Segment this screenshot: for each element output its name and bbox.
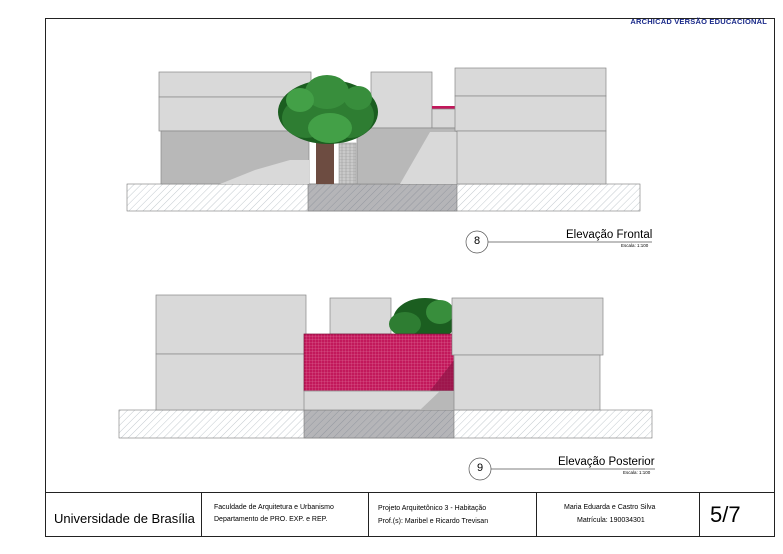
rear-ground-center: [303, 409, 455, 439]
project-name: Projeto Arquitetônico 3 - Habitação: [378, 505, 487, 512]
drawing-number-8: 8: [473, 235, 481, 247]
university-name: Universidade de Brasília: [54, 511, 195, 526]
drawing-scale-8: Escala: 1:100: [621, 243, 649, 248]
front-mid-link: [431, 108, 457, 129]
front-mid-tower: [370, 71, 433, 129]
department-name: Departamento de PRO. EXP. e REP.: [214, 516, 328, 523]
student-id: Matrícula: 190034301: [577, 517, 645, 524]
front-elevation: [126, 67, 641, 212]
student-name: Maria Eduarda e Castro Silva: [564, 504, 656, 511]
front-right-block-mid: [454, 95, 607, 132]
title-block: Universidade de Brasília Faculdade de Ar…: [45, 492, 775, 537]
rear-right-block-upper: [451, 297, 604, 356]
rear-mid-tower: [329, 297, 392, 335]
rear-red-roof: [303, 333, 455, 392]
front-right-block-upper: [454, 67, 607, 97]
front-ground-center: [307, 183, 458, 212]
rear-right-block-lower: [453, 354, 601, 411]
title-block-student: Maria Eduarda e Castro Silva Matrícula: …: [537, 493, 700, 537]
title-block-faculty: Faculdade de Arquitetura e Urbanismo Dep…: [202, 493, 369, 537]
rear-elevation: [118, 294, 653, 439]
rear-left-block-upper: [155, 294, 307, 355]
title-block-project: Projeto Arquitetônico 3 - Habitação Prof…: [369, 493, 537, 537]
elevation-drawings: [118, 67, 655, 481]
professors: Prof.(s): Maribel e Ricardo Trevisan: [378, 518, 489, 525]
faculty-name: Faculdade de Arquitetura e Urbanismo: [214, 504, 334, 511]
front-right-block-base: [456, 130, 607, 185]
front-tree-trunk: [316, 143, 334, 184]
front-door-column: [338, 142, 357, 185]
title-block-page: 5/7: [700, 493, 775, 537]
drawing-scale-9: Escala: 1:100: [623, 470, 651, 475]
front-mid-roof-red: [432, 106, 456, 109]
drawing-title-9: Elevação Posterior: [558, 456, 655, 468]
drawing-title-8: Elevação Frontal: [566, 229, 653, 241]
rear-left-block-lower: [155, 353, 307, 411]
title-block-university: Universidade de Brasília: [45, 493, 202, 537]
page-number: 5/7: [710, 502, 741, 527]
drawing-number-9: 9: [476, 462, 484, 474]
